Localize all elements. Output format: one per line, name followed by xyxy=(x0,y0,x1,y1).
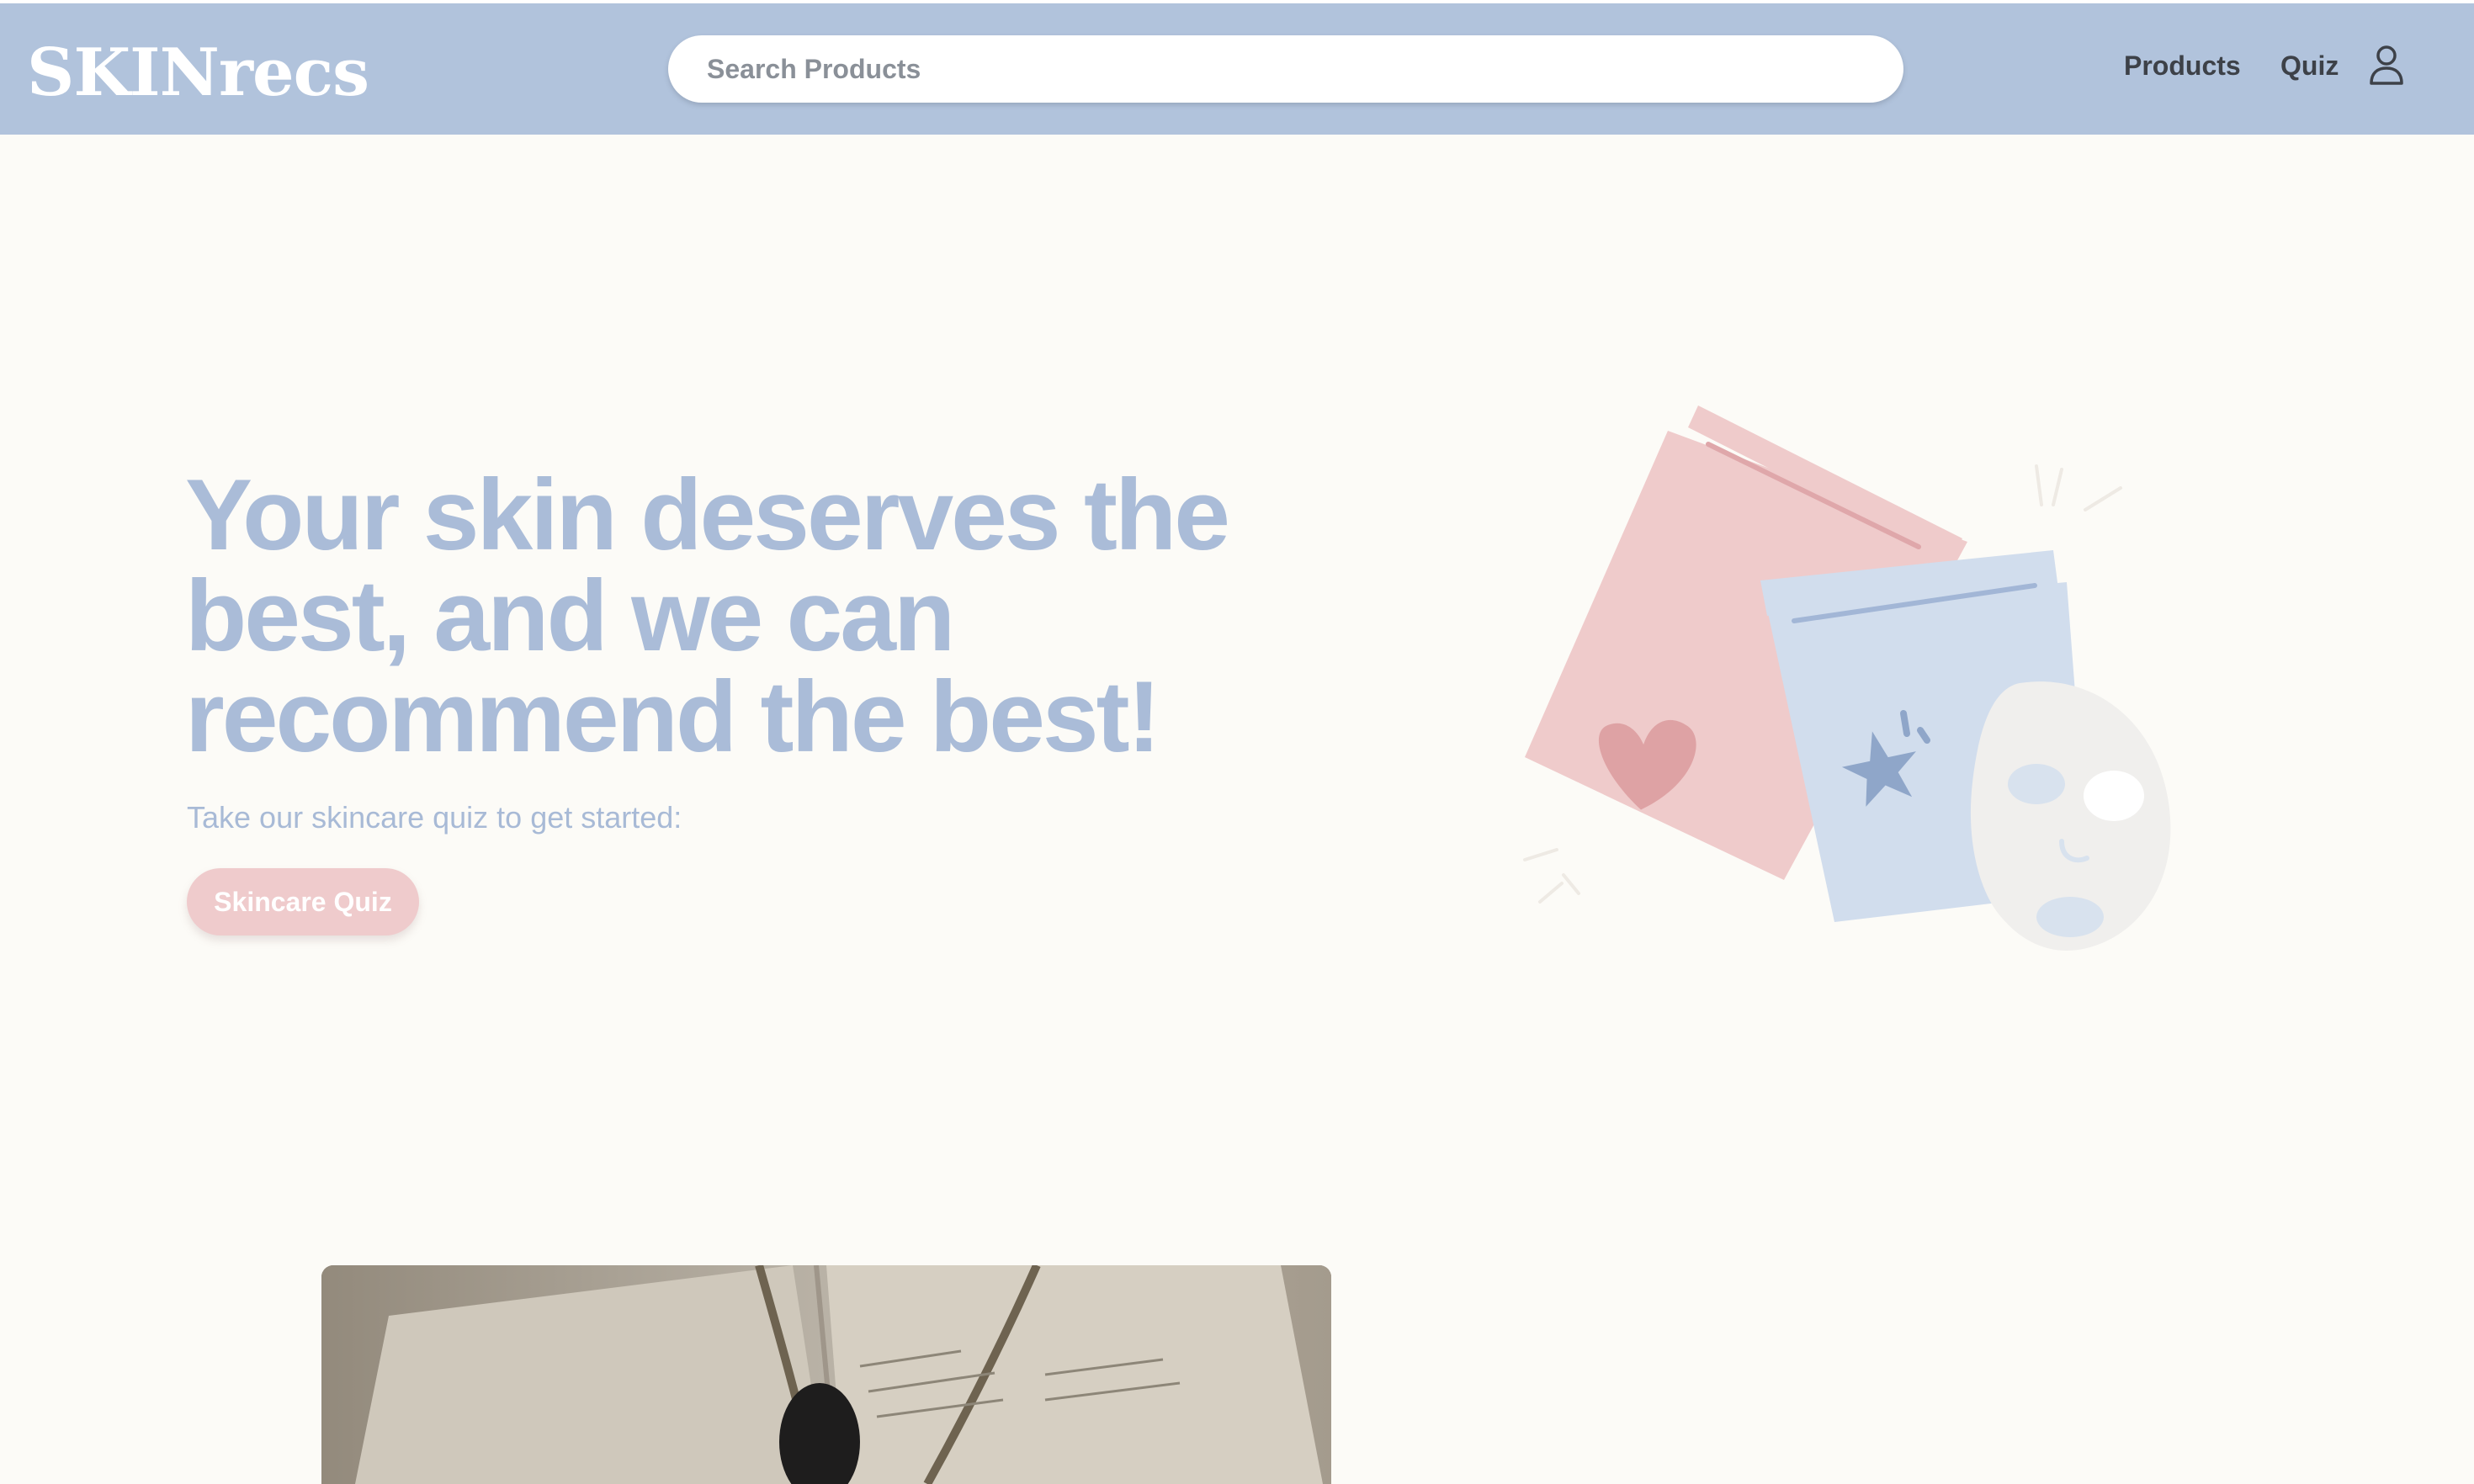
sheet-mask-icon xyxy=(1970,681,2171,951)
user-icon[interactable] xyxy=(2366,44,2407,87)
video-preview[interactable] xyxy=(321,1265,1331,1484)
search-bar xyxy=(668,35,1903,103)
book-and-dropper-photo xyxy=(321,1265,1331,1484)
skincare-products-illustration xyxy=(1523,405,2171,951)
skincare-quiz-button[interactable]: Skincare Quiz xyxy=(187,868,419,935)
logo[interactable]: SKINrecs xyxy=(27,35,369,111)
hero-headline: Your skin deserves the best, and we can … xyxy=(185,458,1230,773)
search-input[interactable] xyxy=(668,35,1903,103)
nav-link-quiz[interactable]: Quiz xyxy=(2280,49,2339,82)
navbar: SKINrecs Products Quiz xyxy=(0,3,2474,135)
nav-link-products[interactable]: Products xyxy=(2124,49,2241,82)
hero-subtext: Take our skincare quiz to get started: xyxy=(187,800,682,835)
